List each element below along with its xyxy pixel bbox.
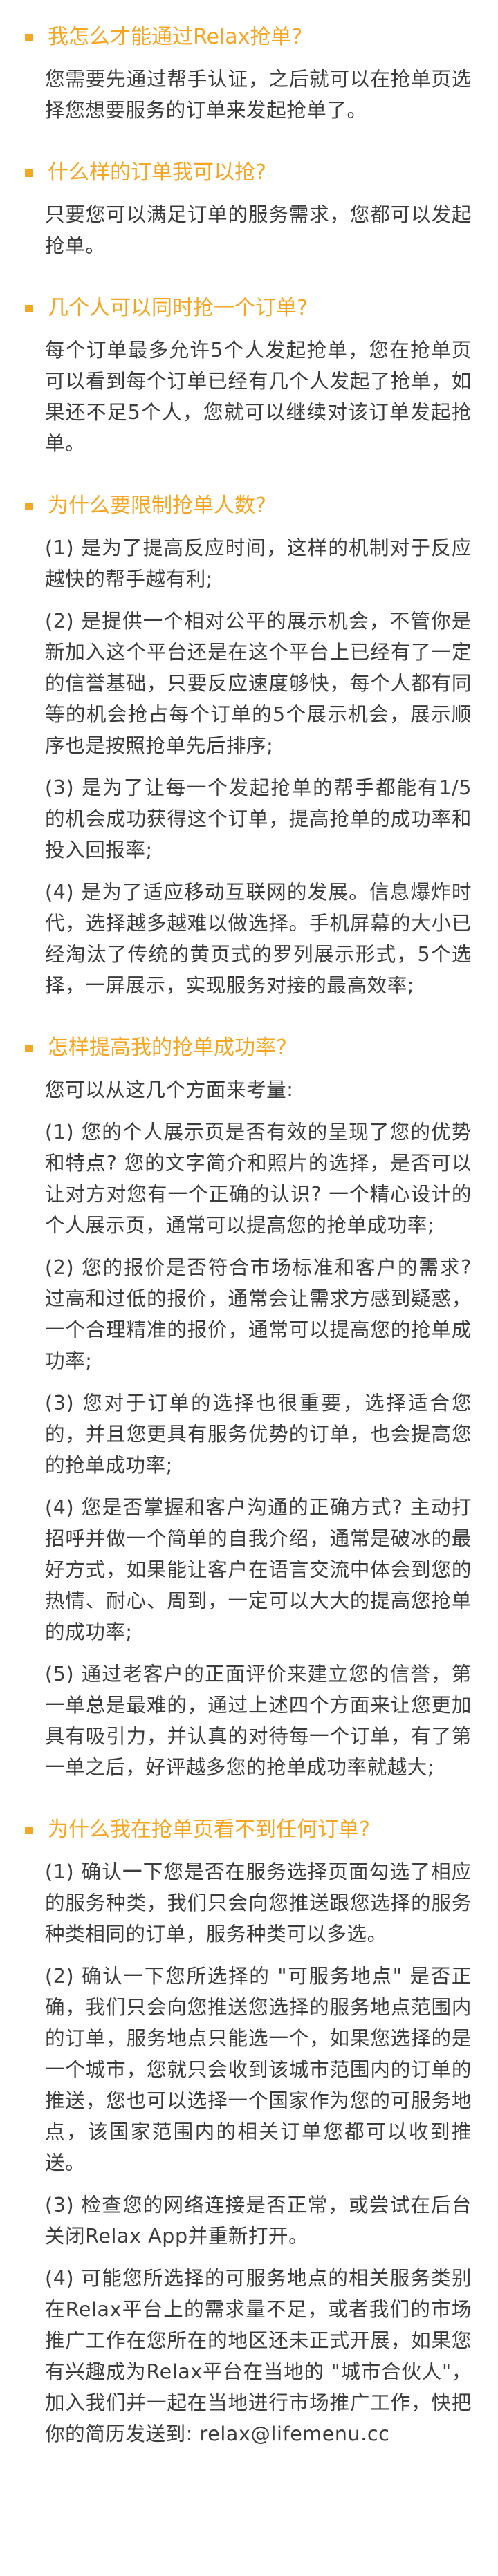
square-bullet-icon (25, 169, 33, 177)
faq-question-text: 为什么要限制抢单人数? (48, 494, 266, 518)
faq-question: 怎样提高我的抢单成功率? (25, 1034, 472, 1062)
faq-answer-paragraph: 您可以从这几个方面来考量: (45, 1079, 294, 1101)
faq-question: 我怎么才能通过Relax抢单? (25, 24, 472, 51)
faq-item: 怎样提高我的抢单成功率? 您可以从这几个方面来考量: (1) 您的个人展示页是否… (25, 1034, 472, 1783)
faq-answer-paragraph: (3) 检查您的网络连接是否正常，或尝试在后台关闭Relax App并重新打开。 (45, 2194, 472, 2248)
faq-answer-paragraph: 您需要先通过帮手认证，之后就可以在抢单页选择您想要服务的订单来发起抢单了。 (45, 68, 472, 122)
faq-item: 什么样的订单我可以抢? 只要您可以满足订单的服务需求，您都可以发起抢单。 (25, 159, 472, 261)
square-bullet-icon (25, 304, 33, 312)
faq-answer-paragraph: (1) 是为了提高反应时间，这样的机制对于反应越快的帮手越有利; (45, 536, 472, 590)
faq-question: 为什么我在抢单页看不到任何订单? (25, 1816, 472, 1844)
square-bullet-icon (25, 502, 33, 510)
faq-question-text: 怎样提高我的抢单成功率? (48, 1036, 287, 1060)
faq-answer-paragraph: 每个订单最多允许5个人发起抢单，您在抢单页可以看到每个订单已经有几个人发起了抢单… (45, 339, 472, 455)
faq-answer-paragraph: (4) 您是否掌握和客户沟通的正确方式? 主动打招呼并做一个简单的自我介绍，通常… (45, 1496, 472, 1643)
faq-question-text: 为什么我在抢单页看不到任何订单? (48, 1818, 370, 1842)
faq-item: 为什么要限制抢单人数? (1) 是为了提高反应时间，这样的机制对于反应越快的帮手… (25, 492, 472, 1001)
faq-item: 我怎么才能通过Relax抢单? 您需要先通过帮手认证，之后就可以在抢单页选择您想… (25, 24, 472, 126)
square-bullet-icon (25, 1826, 33, 1834)
faq-answer-paragraph: (4) 可能您所选择的可服务地点的相关服务类别在Relax平台上的需求量不足，或… (45, 2267, 472, 2445)
faq-question: 什么样的订单我可以抢? (25, 159, 472, 187)
faq-answer-paragraph: (5) 通过老客户的正面评价来建立您的信誉，第一单总是最难的，通过上述四个方面来… (45, 1663, 472, 1779)
faq-answer-paragraph: (1) 确认一下您是否在服务选择页面勾选了相应的服务种类，我们只会向您推送跟您选… (45, 1860, 472, 1945)
faq-answer-paragraph: (2) 您的报价是否符合市场标准和客户的需求? 过高和过低的报价，通常会让需求方… (45, 1256, 472, 1372)
faq-item: 为什么我在抢单页看不到任何订单? (1) 确认一下您是否在服务选择页面勾选了相应… (25, 1816, 472, 2449)
faq-answer-paragraph: (4) 是为了适应移动互联网的发展。信息爆炸时代，选择越多越难以做选择。手机屏幕… (45, 881, 472, 997)
faq-question: 为什么要限制抢单人数? (25, 492, 472, 520)
faq-answer-paragraph: (2) 确认一下您所选择的 "可服务地点" 是否正确，我们只会向您推送您选择的服… (45, 1965, 472, 2174)
faq-answer-paragraph: 只要您可以满足订单的服务需求，您都可以发起抢单。 (45, 203, 472, 257)
faq-item: 几个人可以同时抢一个订单? 每个订单最多允许5个人发起抢单，您在抢单页可以看到每… (25, 295, 472, 459)
faq-question-text: 什么样的订单我可以抢? (48, 160, 266, 185)
square-bullet-icon (25, 1044, 33, 1052)
faq-question-text: 几个人可以同时抢一个订单? (48, 296, 308, 320)
faq-answer-paragraph: (1) 您的个人展示页是否有效的呈现了您的优势和特点? 您的文字简介和照片的选择… (45, 1121, 472, 1237)
square-bullet-icon (25, 33, 33, 41)
faq-answer-paragraph: (3) 您对于订单的选择也很重要，选择适合您的，并且您更具有服务优势的订单，也会… (45, 1392, 472, 1477)
faq-question: 几个人可以同时抢一个订单? (25, 295, 472, 322)
faq-list: 我怎么才能通过Relax抢单? 您需要先通过帮手认证，之后就可以在抢单页选择您想… (0, 0, 498, 2449)
faq-answer-paragraph: (2) 是提供一个相对公平的展示机会，不管你是新加入这个平台还是在这个平台上已经… (45, 610, 472, 757)
faq-question-text: 我怎么才能通过Relax抢单? (48, 25, 303, 49)
faq-answer-paragraph: (3) 是为了让每一个发起抢单的帮手都能有1/5的机会成功获得这个订单，提高抢单… (45, 776, 472, 861)
